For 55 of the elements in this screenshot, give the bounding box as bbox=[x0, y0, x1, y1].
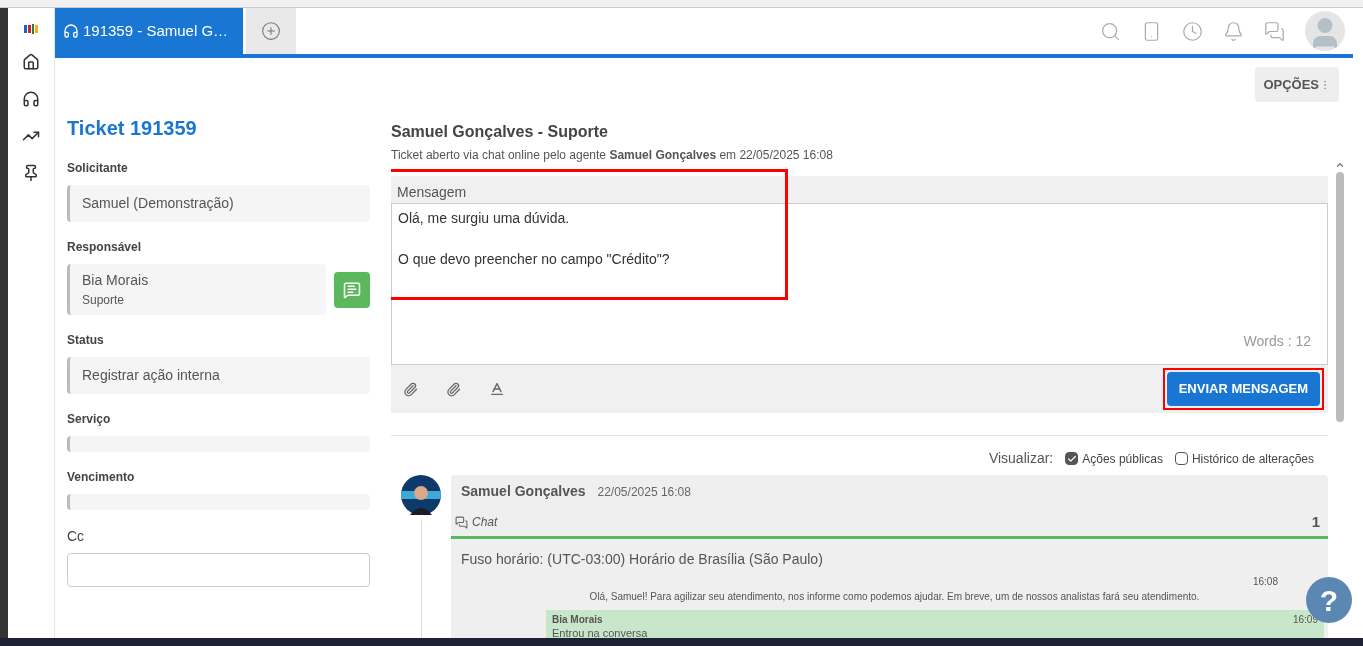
entry-time: 22/05/2025 16:08 bbox=[597, 484, 691, 501]
ticket-title: Ticket 191359 bbox=[67, 116, 198, 141]
view-label: Visualizar: bbox=[988, 449, 1054, 468]
chat-button[interactable] bbox=[334, 271, 370, 308]
conversation-subtitle: Ticket aberto via chat online pelo agente Samuel Gonçalves em 22/05/2025 16:08 bbox=[391, 147, 834, 164]
filter-label: Ações públicas bbox=[1082, 450, 1163, 468]
message-author: Bia Morais bbox=[552, 612, 603, 627]
headset-icon bbox=[63, 23, 79, 39]
field-label: Cc bbox=[67, 527, 86, 546]
message-line: Olá, me surgiu uma dúvida. bbox=[398, 209, 571, 228]
field-label: Responsável bbox=[67, 239, 143, 256]
editor-label: Mensagem bbox=[396, 183, 468, 202]
entry-number: 1 bbox=[1311, 512, 1320, 532]
filter-label: Histórico de alterações bbox=[1191, 450, 1314, 468]
text-format-icon[interactable] bbox=[489, 381, 505, 397]
chat-icon bbox=[343, 280, 361, 299]
assignee-role: Suporte bbox=[82, 292, 126, 309]
filter-checkbox[interactable] bbox=[1174, 452, 1188, 465]
chat-icon bbox=[455, 515, 468, 529]
scrollbar-thumb[interactable] bbox=[1336, 172, 1344, 422]
entry-channel: Chat bbox=[472, 514, 498, 532]
entry-author: Samuel Gonçalves bbox=[461, 482, 586, 501]
system-message: Olá, Samuel! Para agilizar seu atendimento, nos informe como podemos ajudar. Em breve, um de nossos analistas fará seu atendimento. bbox=[588, 589, 1200, 604]
field-value: Registrar ação interna bbox=[67, 357, 370, 394]
headset-icon[interactable] bbox=[22, 90, 40, 108]
filter-checkbox[interactable] bbox=[1065, 452, 1079, 465]
author-avatar bbox=[401, 475, 441, 515]
attach-link-icon[interactable] bbox=[446, 381, 461, 397]
message-text: Entrou na conversa bbox=[552, 626, 649, 638]
home-icon[interactable] bbox=[22, 53, 40, 71]
clock-icon[interactable] bbox=[1182, 20, 1203, 42]
logo-icon[interactable] bbox=[24, 24, 38, 34]
send-button[interactable]: ENVIAR MENSAGEM bbox=[1166, 372, 1320, 406]
chat-bubbles-icon[interactable] bbox=[1264, 20, 1285, 42]
options-button[interactable]: OPÇÕES bbox=[1255, 67, 1339, 102]
ticket-tab[interactable]: 191359 - Samuel G… bbox=[55, 8, 243, 54]
message-line: O que devo preencher no campo "Crédito"? bbox=[398, 250, 671, 269]
scroll-up-icon[interactable] bbox=[1335, 160, 1345, 170]
timezone-text: Fuso horário: (UTC-03:00) Horário de Brasília (São Paulo) bbox=[460, 549, 824, 569]
assignee-name: Bia Morais bbox=[82, 271, 150, 290]
field-label: Serviço bbox=[67, 411, 112, 428]
word-count: Words : 12 bbox=[1243, 332, 1311, 351]
search-icon[interactable] bbox=[1100, 20, 1121, 42]
field-value: Samuel (Demonstração) bbox=[67, 185, 370, 222]
conversation-title: Samuel Gonçalves - Suporte bbox=[391, 122, 609, 142]
field-label: Status bbox=[67, 332, 105, 349]
cc-input[interactable] bbox=[67, 553, 370, 587]
pin-icon[interactable] bbox=[22, 164, 40, 182]
field-label: Vencimento bbox=[67, 469, 136, 486]
message-time: 16:08 bbox=[1252, 574, 1278, 589]
bell-icon[interactable] bbox=[1223, 20, 1244, 42]
attach-icon[interactable] bbox=[403, 381, 418, 397]
add-tab-icon[interactable] bbox=[261, 21, 281, 41]
message-editor[interactable]: Olá, me surgiu uma dúvida. O que devo preencher no campo "Crédito"? Words : 12 bbox=[391, 203, 1328, 365]
field-label: Solicitante bbox=[67, 160, 129, 177]
